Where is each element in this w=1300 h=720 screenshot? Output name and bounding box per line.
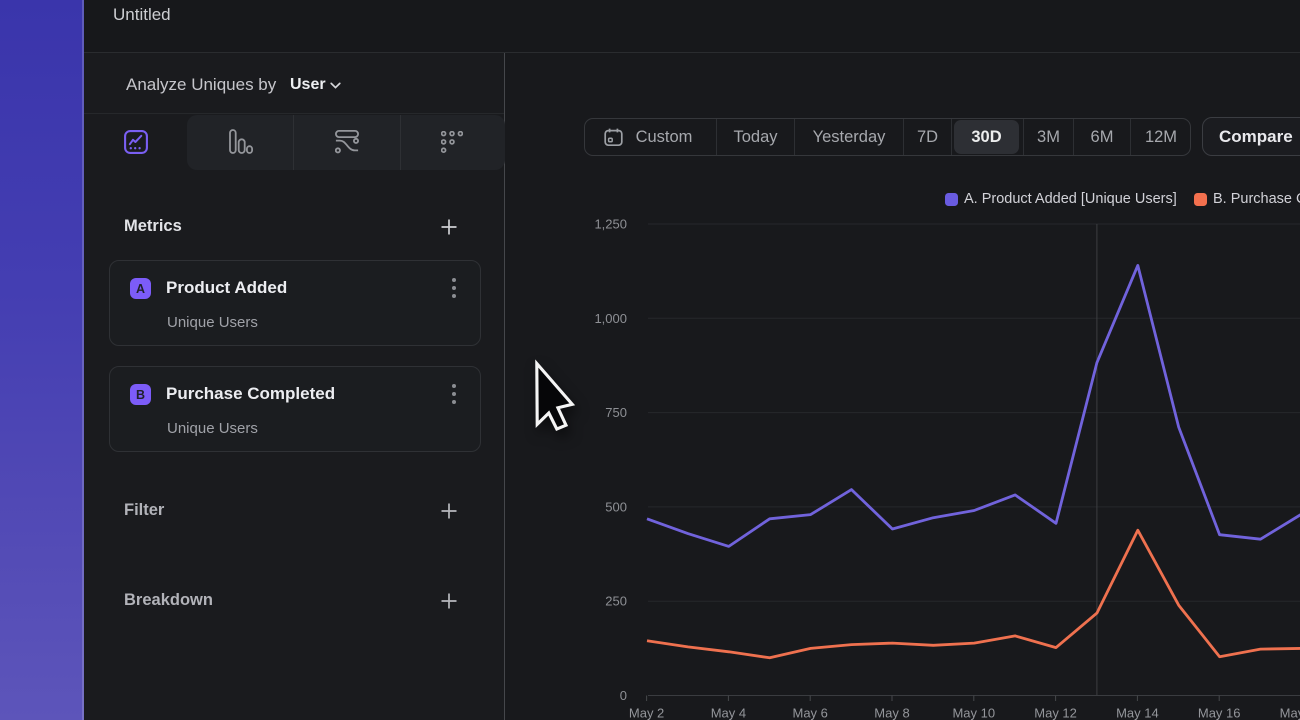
svg-text:1,000: 1,000 [594,311,627,326]
svg-text:May 2: May 2 [629,706,664,720]
svg-text:0: 0 [620,688,627,703]
svg-text:May 16: May 16 [1198,706,1241,720]
svg-text:750: 750 [605,405,627,420]
svg-text:250: 250 [605,594,627,609]
svg-text:May 18: May 18 [1280,706,1300,720]
svg-text:May 6: May 6 [792,706,827,720]
svg-text:May 12: May 12 [1034,706,1077,720]
svg-text:May 8: May 8 [874,706,909,720]
svg-text:May 14: May 14 [1116,706,1159,720]
svg-text:1,250: 1,250 [594,217,627,232]
svg-text:May 4: May 4 [711,706,746,720]
svg-text:May 10: May 10 [952,706,995,720]
svg-text:500: 500 [605,499,627,514]
